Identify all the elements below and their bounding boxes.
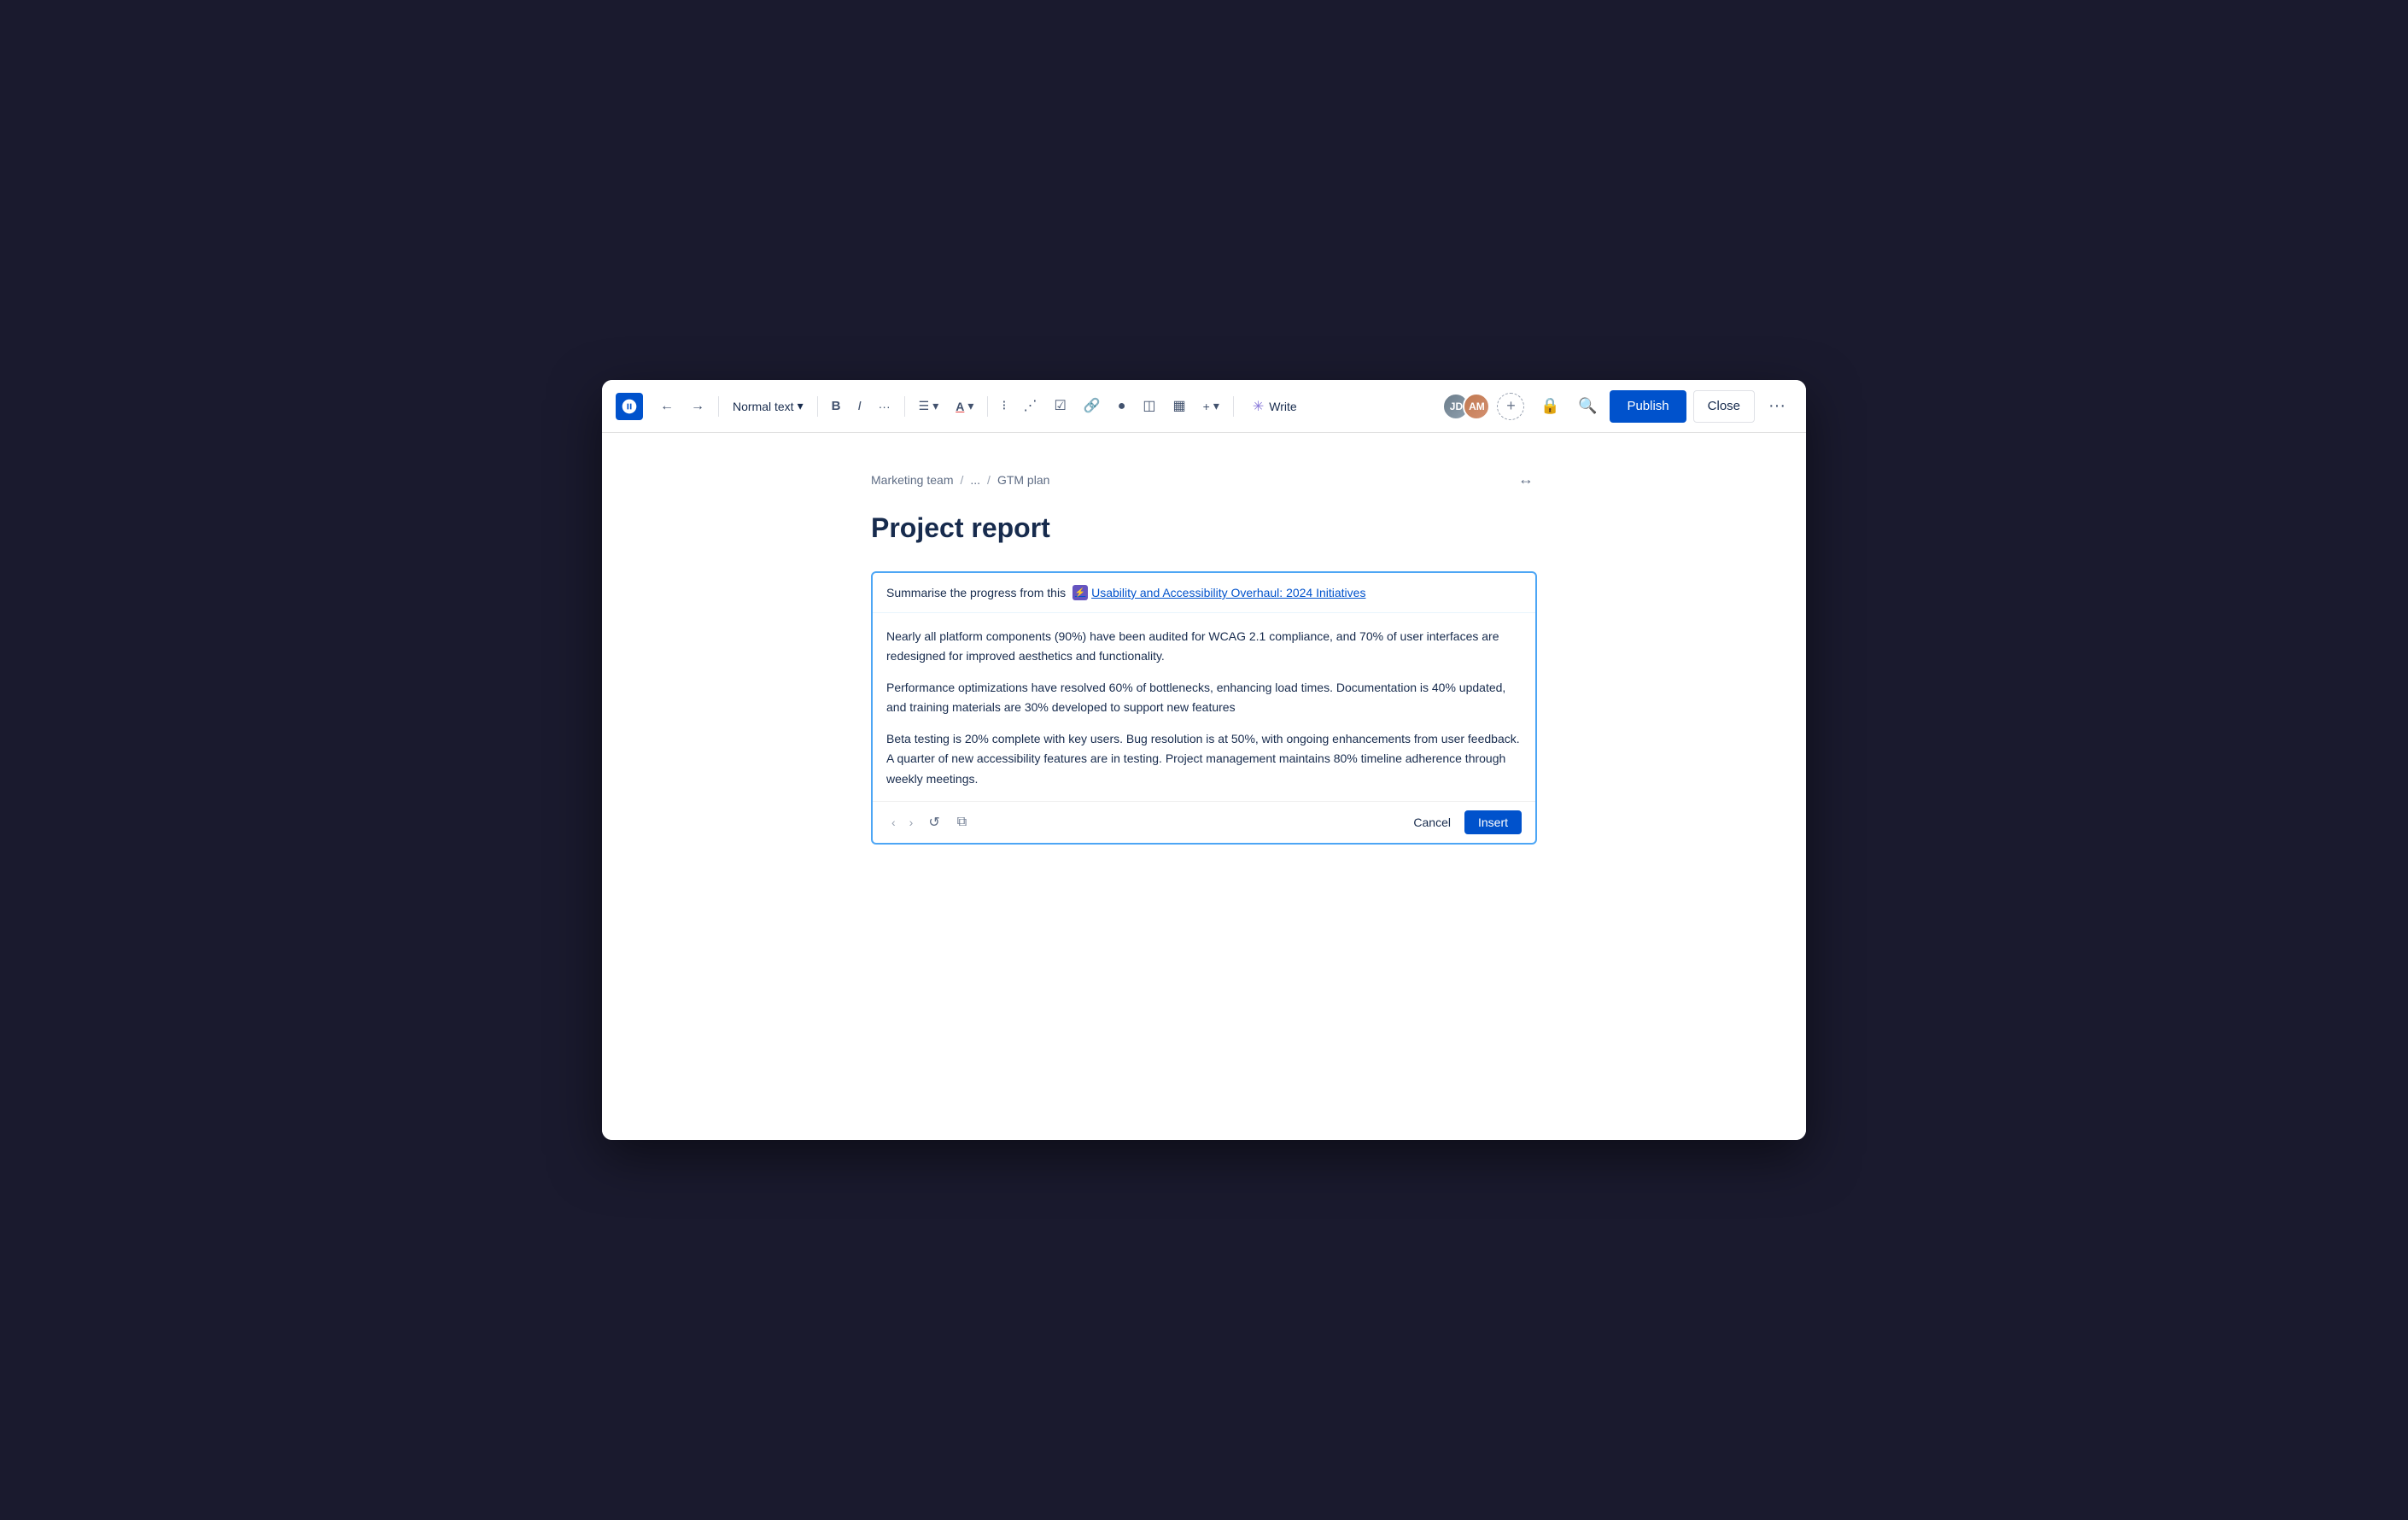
bullet-list-button[interactable]: ⁝ <box>995 391 1013 422</box>
italic-button[interactable]: I <box>850 391 868 422</box>
undo-button[interactable]: ← <box>653 391 681 422</box>
align-chevron-icon: ▾ <box>932 399 938 413</box>
add-collaborator-button[interactable]: + <box>1497 393 1524 420</box>
ai-content: Nearly all platform components (90%) hav… <box>873 613 1535 789</box>
columns-button[interactable]: ▦ <box>1166 391 1193 422</box>
breadcrumb-actions: ↔ <box>1515 467 1537 492</box>
breadcrumb-item-gtm[interactable]: GTM plan <box>997 473 1049 487</box>
search-button[interactable]: 🔍 <box>1572 391 1603 422</box>
editor-area: Marketing team / ... / GTM plan ↔ Projec… <box>837 467 1571 845</box>
close-button[interactable]: Close <box>1693 390 1755 423</box>
plus-icon: + <box>1203 400 1210 413</box>
ai-prompt-prefix: Summarise the progress from this <box>886 586 1066 599</box>
ai-action-toolbar: ‹ › ↺ ⧉ Cancel Inse <box>873 801 1535 843</box>
table-button[interactable]: ◫ <box>1136 391 1162 422</box>
expand-width-button[interactable]: ↔ <box>1515 467 1537 492</box>
lightning-icon: ⚡ <box>1075 588 1085 598</box>
app-logo[interactable] <box>616 393 643 420</box>
more-format-label: ··· <box>879 400 891 413</box>
text-format-chevron-icon: ▾ <box>798 399 804 413</box>
redo-button[interactable]: → <box>684 391 711 422</box>
publish-button[interactable]: Publish <box>1610 390 1686 423</box>
ai-copy-button[interactable]: ⧉ <box>950 811 973 833</box>
ai-next-button[interactable]: › <box>904 812 919 833</box>
more-format-button[interactable]: ··· <box>872 391 897 422</box>
app-window: ← → Normal text ▾ B I ··· ☰ ▾ A ▾ <box>602 380 1806 1140</box>
expand-width-icon: ↔ <box>1518 471 1534 488</box>
ai-cancel-button[interactable]: Cancel <box>1403 810 1461 834</box>
close-label: Close <box>1708 399 1740 413</box>
table-icon: ◫ <box>1143 400 1155 413</box>
breadcrumb-item-marketing[interactable]: Marketing team <box>871 473 953 487</box>
ai-prev-icon: ‹ <box>891 816 896 829</box>
italic-label: I <box>857 399 861 413</box>
ai-insert-label: Insert <box>1478 816 1508 829</box>
ai-prompt-row: Summarise the progress from this ⚡ Usabi… <box>873 573 1535 613</box>
color-text-icon: A <box>956 400 964 413</box>
lock-icon: 🔒 <box>1540 397 1559 415</box>
text-format-label: Normal text <box>733 400 794 413</box>
task-button[interactable]: ☑ <box>1047 391 1072 422</box>
ai-copy-icon: ⧉ <box>957 815 967 830</box>
ai-panel: Summarise the progress from this ⚡ Usabi… <box>871 571 1537 845</box>
bold-button[interactable]: B <box>825 391 848 422</box>
ai-paragraph-1: Nearly all platform components (90%) hav… <box>886 627 1522 666</box>
text-format-dropdown[interactable]: Normal text ▾ <box>726 391 810 422</box>
ai-paragraph-2: Performance optimizations have resolved … <box>886 678 1522 717</box>
page-title[interactable]: Project report <box>871 512 1537 544</box>
ai-link-label: Usability and Accessibility Overhaul: 20… <box>1091 586 1365 599</box>
color-chevron-icon: ▾ <box>967 399 973 413</box>
link-icon: 🔗 <box>1084 400 1101 413</box>
add-collaborator-icon: + <box>1506 397 1516 415</box>
avatar-2[interactable]: AM <box>1463 393 1490 420</box>
ai-link-icon: ⚡ <box>1072 585 1088 600</box>
bold-label: B <box>832 399 841 413</box>
image-button[interactable]: ● <box>1111 391 1133 422</box>
write-ai-icon: ✳ <box>1253 398 1264 415</box>
numbered-list-icon: ⋰ <box>1023 400 1037 413</box>
ai-cancel-label: Cancel <box>1413 816 1451 829</box>
collaborators-group: JD AM <box>1442 393 1490 420</box>
ai-insert-button[interactable]: Insert <box>1464 810 1522 834</box>
columns-icon: ▦ <box>1173 400 1186 413</box>
ai-source-link[interactable]: ⚡ Usability and Accessibility Overhaul: … <box>1072 585 1365 600</box>
ai-next-icon: › <box>909 816 914 829</box>
ai-refresh-button[interactable]: ↺ <box>921 810 946 834</box>
breadcrumb-sep-2: / <box>987 473 991 487</box>
toolbar-right-actions: 🔒 🔍 Publish Close ··· <box>1534 390 1792 423</box>
breadcrumb-sep-1: / <box>960 473 963 487</box>
divider-3 <box>904 396 905 417</box>
align-icon: ☰ <box>919 399 930 413</box>
ai-prev-button[interactable]: ‹ <box>886 812 901 833</box>
main-content: Marketing team / ... / GTM plan ↔ Projec… <box>602 433 1806 1140</box>
image-icon: ● <box>1118 400 1126 413</box>
align-button[interactable]: ☰ ▾ <box>912 391 946 422</box>
more-options-icon: ··· <box>1768 396 1786 416</box>
breadcrumb: Marketing team / ... / GTM plan ↔ <box>871 467 1537 492</box>
numbered-list-button[interactable]: ⋰ <box>1016 391 1043 422</box>
link-button[interactable]: 🔗 <box>1077 391 1108 422</box>
more-options-button[interactable]: ··· <box>1762 391 1792 421</box>
write-ai-button[interactable]: ✳ Write <box>1241 393 1309 420</box>
toolbar: ← → Normal text ▾ B I ··· ☰ ▾ A ▾ <box>602 380 1806 433</box>
breadcrumb-item-ellipsis[interactable]: ... <box>970 473 980 487</box>
search-icon: 🔍 <box>1578 397 1597 415</box>
task-icon: ☑ <box>1054 400 1066 413</box>
bullet-list-icon: ⁝ <box>1002 400 1006 413</box>
more-insert-chevron-icon: ▾ <box>1213 399 1219 413</box>
color-button[interactable]: A ▾ <box>949 391 980 422</box>
divider-1 <box>718 396 719 417</box>
divider-5 <box>1233 396 1234 417</box>
divider-2 <box>817 396 818 417</box>
divider-4 <box>987 396 988 417</box>
ai-refresh-icon: ↺ <box>928 814 939 831</box>
ai-paragraph-3: Beta testing is 20% complete with key us… <box>886 729 1522 788</box>
publish-label: Publish <box>1627 399 1669 413</box>
write-label: Write <box>1269 400 1296 413</box>
lock-button[interactable]: 🔒 <box>1534 391 1565 422</box>
more-insert-button[interactable]: + ▾ <box>1196 391 1226 422</box>
